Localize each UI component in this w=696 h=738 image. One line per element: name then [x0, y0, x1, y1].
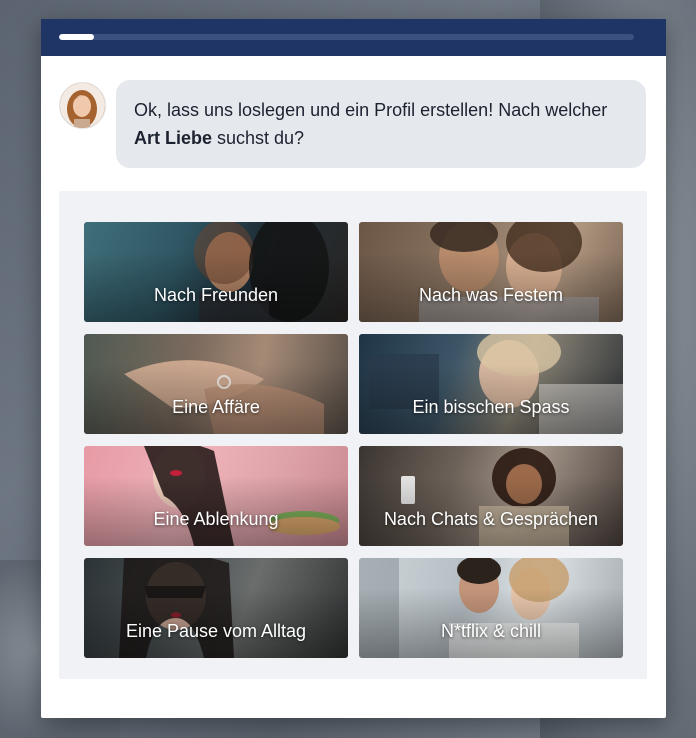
option-label: Eine Pause vom Alltag	[125, 621, 307, 641]
option-card-friends[interactable]: Nach Freunden	[84, 222, 348, 322]
option-label: Nach was Festem	[418, 285, 564, 305]
options-grid: Nach Freunden Nach was Festem Eine Affär…	[84, 222, 624, 658]
message-text-end: suchst du?	[212, 128, 305, 148]
option-card-affair[interactable]: Eine Affäre	[84, 334, 348, 434]
option-label: Ein bisschen Spass	[412, 397, 570, 417]
option-label: Eine Ablenkung	[153, 509, 279, 529]
option-label: Eine Affäre	[172, 397, 260, 417]
message-text-bold: Art Liebe	[134, 128, 213, 148]
chat-bubble: Ok, lass uns loslegen und ein Profil ers…	[116, 80, 646, 168]
message-text-start: Ok, lass uns loslegen und ein Profil ers…	[134, 100, 608, 120]
option-card-netflix[interactable]: N*tflix & chill	[359, 558, 623, 658]
progress-bar	[59, 34, 634, 40]
options-panel: Nach Freunden Nach was Festem Eine Affär…	[59, 191, 647, 679]
option-label: N*tflix & chill	[440, 621, 542, 641]
option-label: Nach Chats & Gesprächen	[383, 509, 599, 529]
option-card-break[interactable]: Eine Pause vom Alltag	[84, 558, 348, 658]
woman-avatar-icon	[59, 82, 106, 129]
option-card-relationship[interactable]: Nach was Festem	[359, 222, 623, 322]
option-card-fun[interactable]: Ein bisschen Spass	[359, 334, 623, 434]
signup-dialog: Ok, lass uns loslegen und ein Profil ers…	[41, 19, 666, 718]
dialog-header	[41, 19, 666, 56]
option-card-chats[interactable]: Nach Chats & Gesprächen	[359, 446, 623, 546]
option-card-distraction[interactable]: Eine Ablenkung	[84, 446, 348, 546]
progress-fill	[59, 34, 94, 40]
option-label: Nach Freunden	[153, 285, 279, 305]
